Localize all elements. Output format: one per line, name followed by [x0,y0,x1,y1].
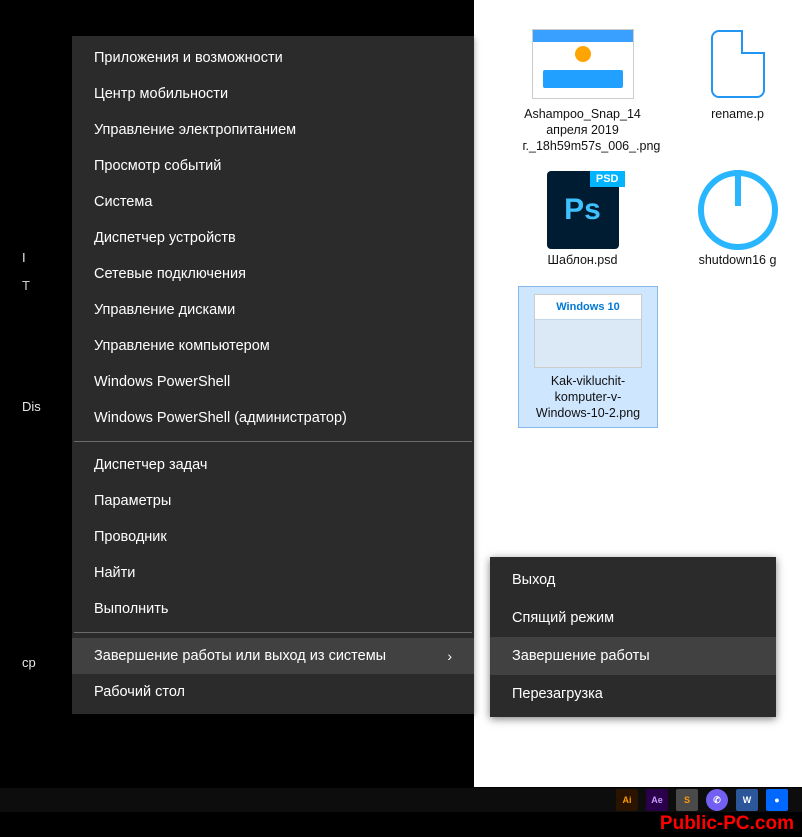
menu-item[interactable]: Управление компьютером [72,328,474,364]
shutdown-submenu: ВыходСпящий режимЗавершение работыПереза… [490,557,776,717]
thumbnail-icon [684,172,792,248]
menu-item[interactable]: Найти [72,555,474,591]
illustrator-icon[interactable]: Ai [616,789,638,811]
thumbnail-icon: PSDPs [529,172,637,248]
sublime-icon[interactable]: S [676,789,698,811]
thumbnail-icon: Windows 10 [534,293,642,369]
file-label: shutdown16 g [699,252,777,268]
submenu-item[interactable]: Выход [490,561,776,599]
file-item[interactable]: Ashampoo_Snap_14 апреля 2019 г._18h59m57… [518,26,647,154]
menu-item[interactable]: Управление электропитанием [72,112,474,148]
menu-item[interactable]: Сетевые подключения [72,256,474,292]
watermark: Public-PC.com [660,813,794,835]
submenu-item[interactable]: Завершение работы [490,637,776,675]
file-item[interactable]: rename.p [673,26,802,154]
menu-separator [74,441,472,442]
menu-item[interactable]: Система [72,184,474,220]
menu-item[interactable]: Рабочий стол [72,674,474,710]
thumbnail-icon [529,26,637,102]
menu-item[interactable]: Диспетчер устройств [72,220,474,256]
submenu-item[interactable]: Перезагрузка [490,675,776,713]
menu-item[interactable]: Выполнить [72,591,474,627]
desktop-text: T [22,278,30,293]
menu-item[interactable]: Проводник [72,519,474,555]
menu-item[interactable]: Приложения и возможности [72,40,474,76]
menu-item[interactable]: Параметры [72,483,474,519]
file-label: Kak-vikluchit-komputer-v-Windows-10-2.pn… [528,373,648,421]
viber-icon[interactable]: ✆ [706,789,728,811]
menu-item[interactable]: Диспетчер задач [72,447,474,483]
lifecam-icon[interactable]: ● [766,789,788,811]
desktop-text: ср [22,655,36,670]
desktop-text: Dis [22,399,41,414]
file-label: Ashampoo_Snap_14 апреля 2019 г._18h59m57… [523,106,643,154]
aftereffects-icon[interactable]: Ae [646,789,668,811]
menu-item[interactable]: Windows PowerShell [72,364,474,400]
menu-item[interactable]: Просмотр событий [72,148,474,184]
menu-item[interactable]: Завершение работы или выход из системы› [72,638,474,674]
desktop-text: I [22,250,26,265]
taskbar: Ai Ae S ✆ W ● [0,788,802,812]
thumbnail-icon [684,26,792,102]
menu-item[interactable]: Windows PowerShell (администратор) [72,400,474,436]
file-item-selected[interactable]: Windows 10 Kak-vikluchit-komputer-v-Wind… [518,286,658,428]
submenu-item[interactable]: Спящий режим [490,599,776,637]
word-icon[interactable]: W [736,789,758,811]
file-label: rename.p [711,106,764,122]
winx-context-menu: Приложения и возможностиЦентр мобильност… [72,36,474,714]
menu-separator [74,632,472,633]
file-label: Шаблон.psd [548,252,618,268]
file-item[interactable]: shutdown16 g [673,172,802,268]
menu-item[interactable]: Центр мобильности [72,76,474,112]
file-item[interactable]: PSDPs Шаблон.psd [518,172,647,268]
chevron-right-icon: › [447,648,452,664]
menu-item[interactable]: Управление дисками [72,292,474,328]
